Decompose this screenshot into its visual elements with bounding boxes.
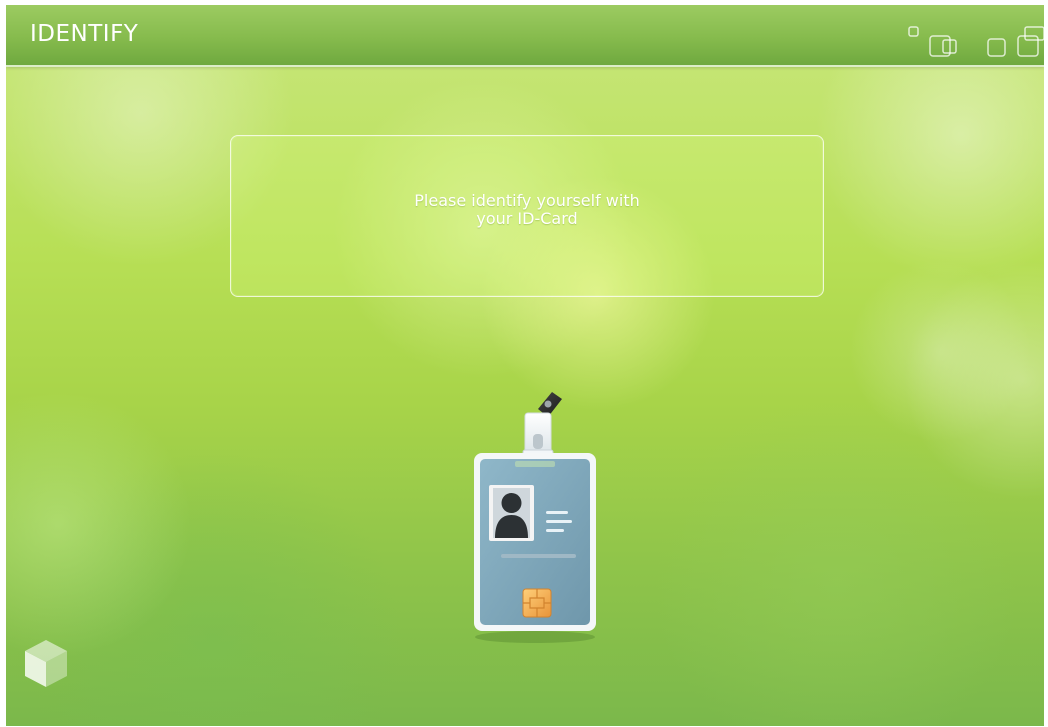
instruction-message: Please identify yourself with your ID-Ca… [231,192,823,228]
photo-icon [489,485,534,541]
page-title: IDENTIFY [30,21,139,47]
window-squares-icon [908,26,1044,57]
instruction-panel: Please identify yourself with your ID-Ca… [230,135,824,297]
badge-clip [522,392,562,461]
id-card-icon [474,392,596,643]
id-card [474,453,596,631]
instruction-line-2: your ID-Card [476,209,578,228]
instruction-line-1: Please identify yourself with [414,191,640,210]
title-bar: IDENTIFY [6,5,1044,67]
chip-icon [522,588,552,618]
cube-logo-icon [25,640,67,687]
identify-screen: IDENTIFY Please identify yourself with y… [6,5,1044,726]
